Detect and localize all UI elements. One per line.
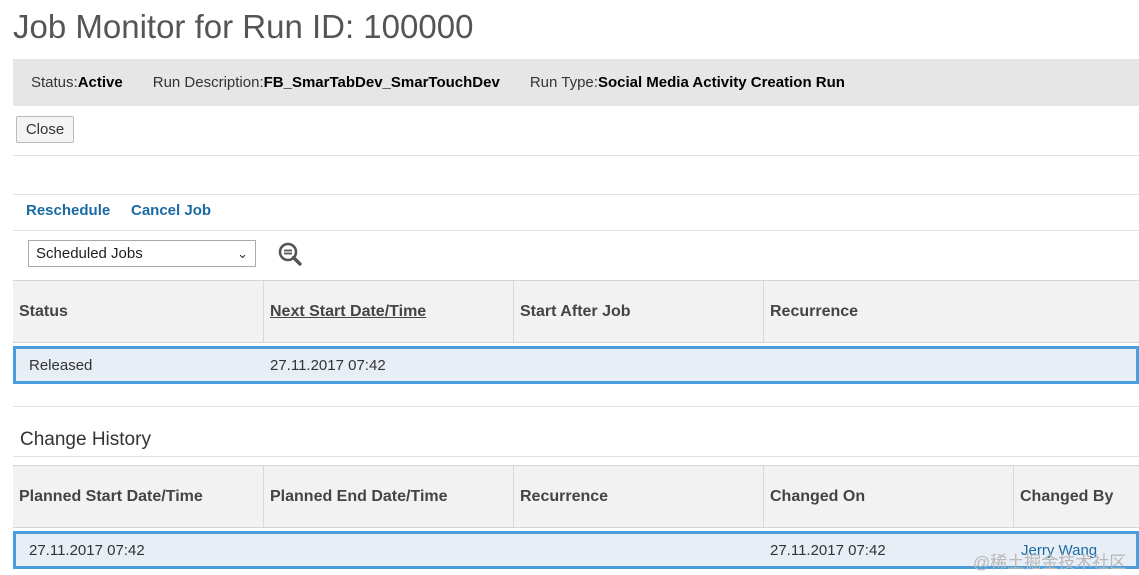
column-header-changed-on[interactable]: Changed On — [764, 466, 1014, 527]
column-header-planned-end[interactable]: Planned End Date/Time — [264, 466, 514, 527]
column-header-status[interactable]: Status — [13, 281, 264, 342]
divider — [13, 194, 1139, 195]
row-changed-by-link[interactable]: Jerry Wang — [1021, 534, 1097, 566]
column-header-changed-by[interactable]: Changed By — [1014, 466, 1139, 527]
jobs-table-header: Status Next Start Date/Time Start After … — [13, 280, 1139, 343]
row-changed-on: 27.11.2017 07:42 — [770, 541, 886, 559]
change-history-title: Change History — [20, 429, 151, 450]
status-info: Status:Active — [31, 74, 123, 91]
table-row[interactable]: Released 27.11.2017 07:42 — [13, 346, 1139, 384]
column-header-start-after-job[interactable]: Start After Job — [514, 281, 764, 342]
job-filter-value: Scheduled Jobs — [36, 245, 143, 262]
divider — [13, 406, 1139, 407]
run-type-value: Social Media Activity Creation Run — [597, 74, 845, 91]
job-filter-select[interactable]: Scheduled Jobs ⌄ — [28, 240, 256, 267]
run-info-bar: Status:Active Run Description:FB_SmarTab… — [13, 59, 1139, 106]
history-table-header: Planned Start Date/Time Planned End Date… — [13, 465, 1139, 528]
description-label: Run Description: — [152, 74, 264, 91]
column-header-recurrence[interactable]: Recurrence — [514, 466, 764, 527]
table-row[interactable]: 27.11.2017 07:42 27.11.2017 07:42 Jerry … — [13, 531, 1139, 569]
reschedule-link[interactable]: Reschedule — [26, 202, 110, 219]
description-value: FB_SmarTabDev_SmarTouchDev — [263, 74, 500, 91]
run-type-info: Run Type:Social Media Activity Creation … — [530, 74, 845, 91]
row-next-start: 27.11.2017 07:42 — [270, 356, 386, 374]
divider — [13, 456, 1139, 457]
close-button[interactable]: Close — [16, 116, 74, 143]
status-label: Status: — [31, 74, 78, 91]
divider — [13, 155, 1139, 156]
column-header-recurrence[interactable]: Recurrence — [764, 281, 1139, 342]
zoom-out-icon[interactable] — [277, 241, 303, 267]
chevron-down-icon: ⌄ — [237, 246, 248, 261]
row-planned-start: 27.11.2017 07:42 — [29, 541, 145, 559]
page-title: Job Monitor for Run ID: 100000 — [13, 8, 474, 45]
cancel-job-link[interactable]: Cancel Job — [131, 202, 211, 219]
divider — [13, 230, 1139, 231]
description-info: Run Description:FB_SmarTabDev_SmarTouchD… — [153, 74, 500, 91]
column-header-next-start[interactable]: Next Start Date/Time — [264, 281, 514, 342]
row-status: Released — [29, 356, 93, 374]
run-type-label: Run Type: — [529, 74, 598, 91]
status-value: Active — [77, 74, 123, 91]
column-header-planned-start[interactable]: Planned Start Date/Time — [13, 466, 264, 527]
